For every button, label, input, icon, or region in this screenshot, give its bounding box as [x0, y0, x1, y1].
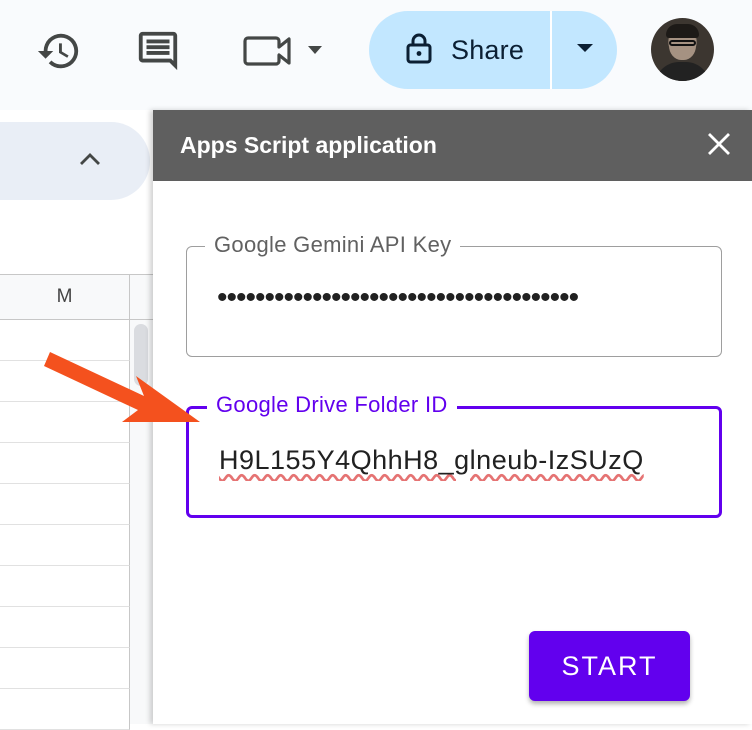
user-avatar[interactable]: [651, 18, 714, 81]
chevron-up-icon: [78, 151, 102, 172]
apps-script-dialog: Apps Script application Google Gemini AP…: [153, 110, 752, 724]
drive-folder-id-input[interactable]: H9L155Y4QhhH8_glneub-IzSUzQ: [219, 445, 689, 481]
sheet-row[interactable]: [0, 525, 130, 566]
drive-folder-id-field[interactable]: Google Drive Folder ID H9L155Y4QhhH8_gln…: [186, 391, 722, 518]
start-button[interactable]: START: [529, 631, 690, 701]
drive-folder-id-label: Google Drive Folder ID: [207, 391, 457, 419]
video-camera-icon[interactable]: [242, 30, 332, 72]
share-button[interactable]: Share: [369, 11, 550, 89]
gemini-api-key-field[interactable]: Google Gemini API Key ••••••••••••••••••…: [186, 231, 722, 357]
column-header-row: M: [0, 274, 153, 320]
sheet-row[interactable]: [0, 607, 130, 648]
caret-down-icon: [576, 41, 594, 59]
gemini-api-key-input[interactable]: ••••••••••••••••••••••••••••••••••••••: [217, 281, 691, 317]
sheet-row[interactable]: [0, 484, 130, 525]
drive-folder-id-value: H9L155Y4QhhH8_glneub-IzSUzQ: [219, 445, 644, 475]
history-icon[interactable]: [36, 28, 82, 74]
gemini-api-key-label: Google Gemini API Key: [205, 231, 461, 259]
column-header-m[interactable]: M: [0, 275, 130, 319]
sheet-row[interactable]: [0, 566, 130, 607]
sheet-row[interactable]: [0, 443, 130, 484]
comment-icon[interactable]: [134, 28, 182, 74]
share-options-dropdown[interactable]: [552, 11, 617, 89]
dialog-title: Apps Script application: [180, 132, 437, 158]
dialog-header: Apps Script application: [153, 110, 752, 181]
share-label: Share: [451, 34, 525, 65]
annotation-arrow-icon: [44, 352, 200, 422]
top-toolbar: Share: [0, 0, 752, 110]
share-button-group: Share: [369, 11, 617, 89]
collapse-toolbar-button[interactable]: [0, 122, 150, 200]
close-button[interactable]: [696, 123, 742, 169]
lock-icon: [405, 32, 433, 69]
close-icon: [706, 131, 732, 162]
sheet-row[interactable]: [0, 648, 130, 689]
